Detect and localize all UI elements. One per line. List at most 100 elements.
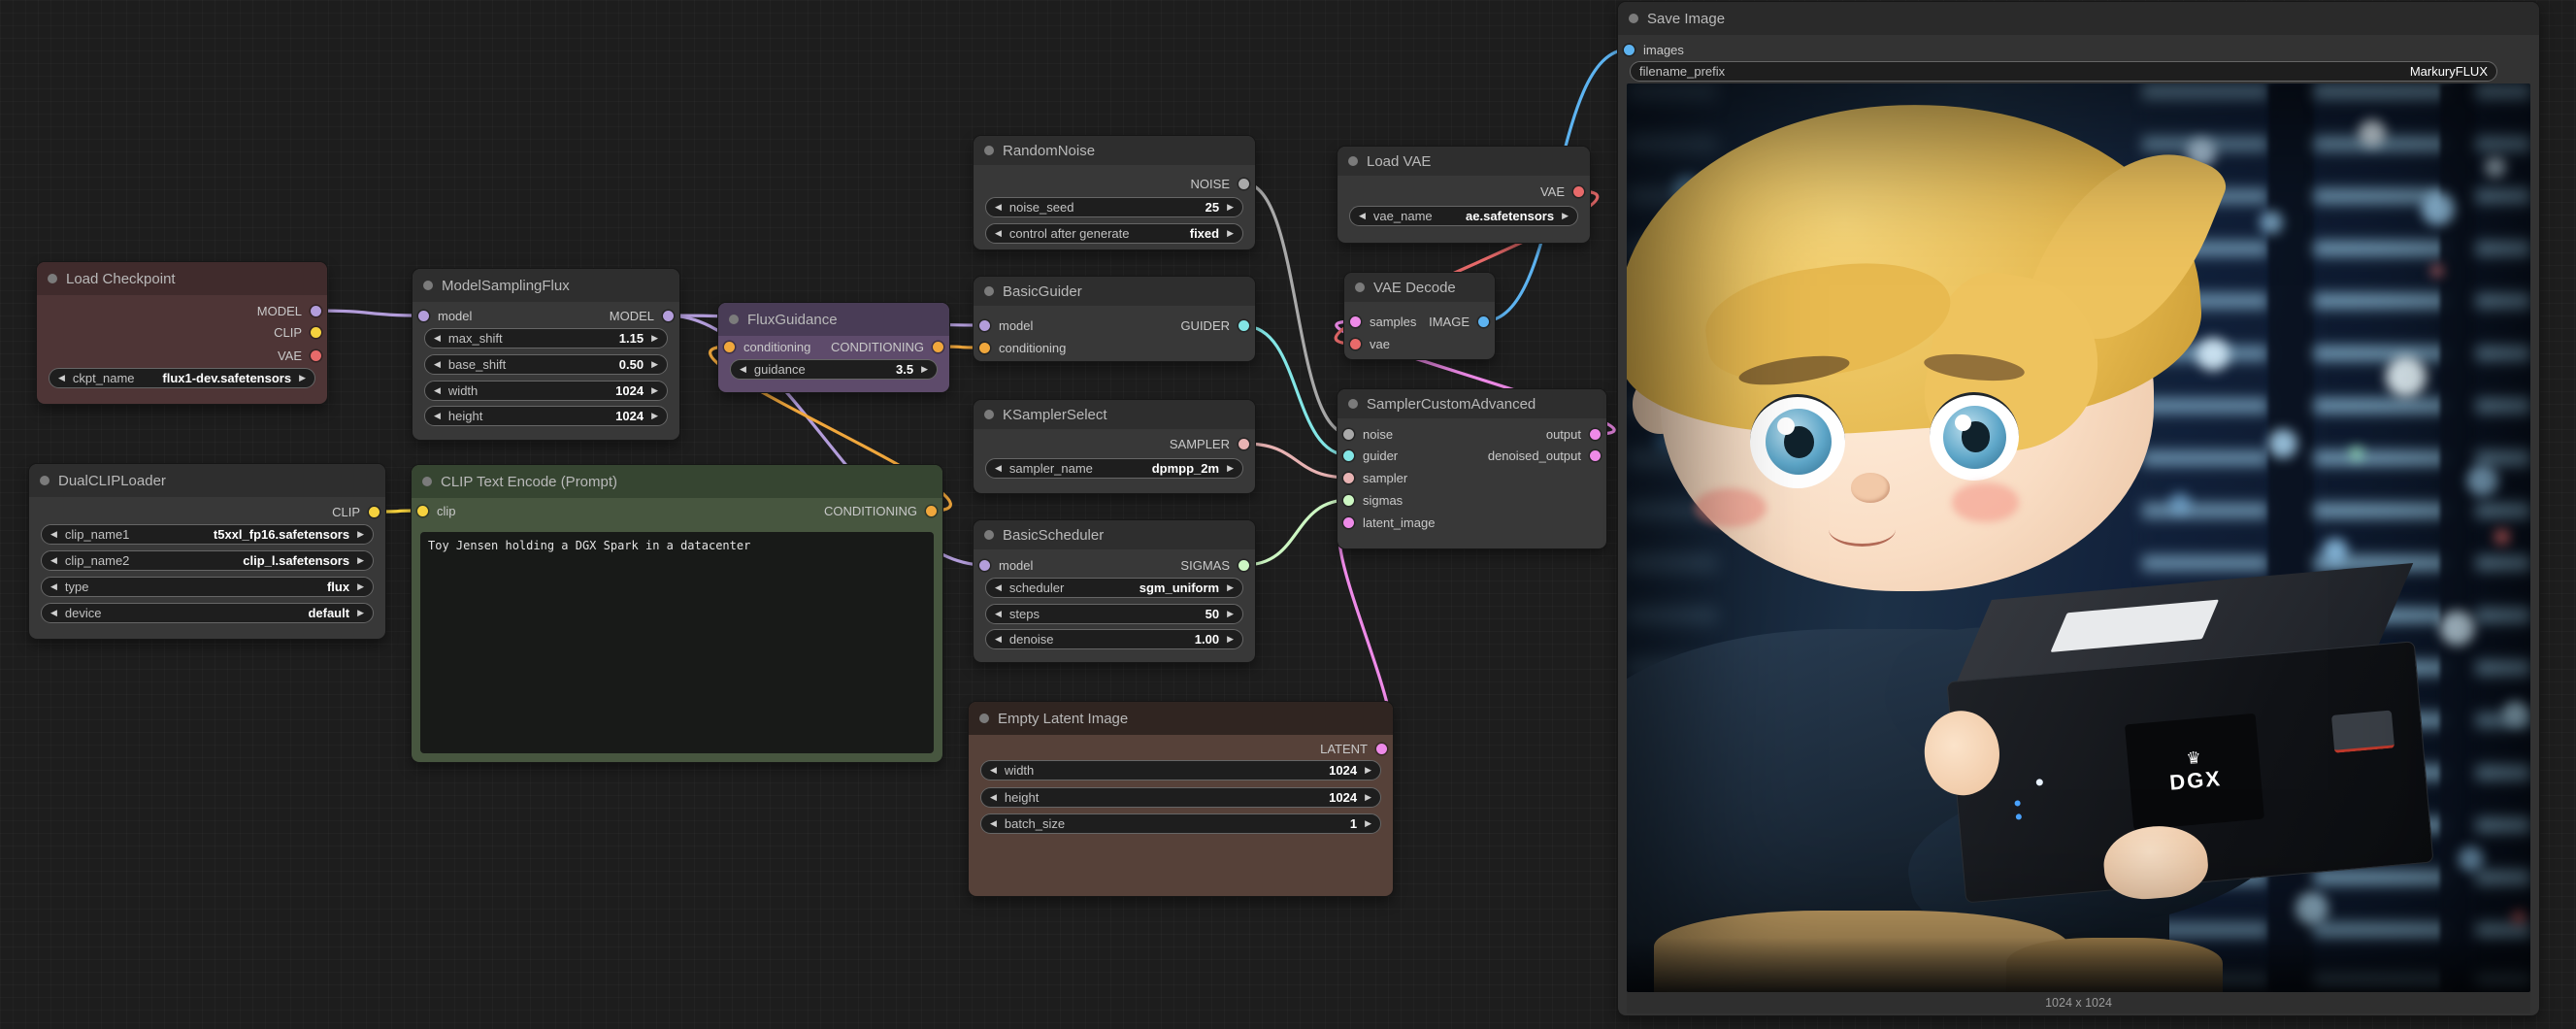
guider-output-port[interactable] bbox=[1238, 320, 1249, 331]
next-arrow-icon[interactable]: ▶ bbox=[651, 360, 658, 369]
prev-arrow-icon[interactable]: ◀ bbox=[995, 635, 1002, 644]
node-vae-decode[interactable]: VAE Decode samples IMAGE vae bbox=[1344, 273, 1495, 359]
node-header[interactable]: RandomNoise bbox=[974, 136, 1255, 165]
prompt-textarea[interactable]: Toy Jensen holding a DGX Spark in a data… bbox=[420, 532, 934, 753]
next-arrow-icon[interactable]: ▶ bbox=[1227, 203, 1234, 212]
collapse-dot-icon[interactable] bbox=[1348, 399, 1358, 409]
next-arrow-icon[interactable]: ▶ bbox=[1227, 610, 1234, 618]
node-load-vae[interactable]: Load VAE VAE ◀vae_nameae.safetensors▶ bbox=[1338, 147, 1590, 243]
width-widget[interactable]: ◀width1024▶ bbox=[424, 381, 668, 401]
samples-input-port[interactable] bbox=[1350, 316, 1361, 327]
collapse-dot-icon[interactable] bbox=[48, 274, 57, 283]
next-arrow-icon[interactable]: ▶ bbox=[921, 365, 928, 374]
node-ksampler-select[interactable]: KSamplerSelect SAMPLER ◀sampler_namedpmp… bbox=[974, 400, 1255, 493]
model-input-port[interactable] bbox=[979, 560, 990, 571]
max-shift-widget[interactable]: ◀max_shift1.15▶ bbox=[424, 328, 668, 349]
node-clip-text-encode[interactable]: CLIP Text Encode (Prompt) clip CONDITION… bbox=[412, 465, 942, 762]
model-output-port[interactable] bbox=[663, 311, 674, 321]
prev-arrow-icon[interactable]: ◀ bbox=[995, 203, 1002, 212]
conditioning-input-port[interactable] bbox=[979, 343, 990, 353]
next-arrow-icon[interactable]: ▶ bbox=[357, 530, 364, 539]
node-dual-clip-loader[interactable]: DualCLIPLoader CLIP ◀clip_name1t5xxl_fp1… bbox=[29, 464, 385, 639]
node-save-image[interactable]: Save Image images filename_prefix Markur… bbox=[1618, 2, 2539, 1015]
next-arrow-icon[interactable]: ▶ bbox=[357, 556, 364, 565]
noise-input-port[interactable] bbox=[1343, 429, 1354, 440]
height-widget[interactable]: ◀height1024▶ bbox=[424, 406, 668, 426]
sigmas-output-port[interactable] bbox=[1238, 560, 1249, 571]
node-header[interactable]: ModelSamplingFlux bbox=[413, 269, 679, 302]
scheduler-widget[interactable]: ◀schedulersgm_uniform▶ bbox=[985, 578, 1243, 598]
node-empty-latent-image[interactable]: Empty Latent Image LATENT ◀width1024▶ ◀h… bbox=[969, 702, 1393, 896]
next-arrow-icon[interactable]: ▶ bbox=[651, 412, 658, 420]
noise-seed-widget[interactable]: ◀noise_seed25▶ bbox=[985, 197, 1243, 217]
clip-name1-widget[interactable]: ◀clip_name1t5xxl_fp16.safetensors▶ bbox=[41, 524, 374, 545]
next-arrow-icon[interactable]: ▶ bbox=[1227, 229, 1234, 238]
node-header[interactable]: DualCLIPLoader bbox=[29, 464, 385, 497]
filename-prefix-widget[interactable]: filename_prefix MarkuryFLUX bbox=[1630, 61, 2497, 82]
guider-input-port[interactable] bbox=[1343, 450, 1354, 461]
collapse-dot-icon[interactable] bbox=[1355, 282, 1365, 292]
node-header[interactable]: SamplerCustomAdvanced bbox=[1338, 389, 1606, 418]
next-arrow-icon[interactable]: ▶ bbox=[1227, 635, 1234, 644]
prev-arrow-icon[interactable]: ◀ bbox=[995, 583, 1002, 592]
prev-arrow-icon[interactable]: ◀ bbox=[1359, 212, 1366, 220]
ckpt-name-widget[interactable]: ◀ ckpt_name flux1-dev.safetensors ▶ bbox=[49, 368, 315, 388]
node-header[interactable]: BasicScheduler bbox=[974, 520, 1255, 549]
collapse-dot-icon[interactable] bbox=[40, 476, 50, 485]
next-arrow-icon[interactable]: ▶ bbox=[357, 582, 364, 591]
steps-widget[interactable]: ◀steps50▶ bbox=[985, 604, 1243, 624]
node-header[interactable]: VAE Decode bbox=[1344, 273, 1495, 302]
model-output-port[interactable] bbox=[311, 306, 321, 316]
node-header[interactable]: FluxGuidance bbox=[718, 303, 949, 336]
node-header[interactable]: BasicGuider bbox=[974, 277, 1255, 306]
type-widget[interactable]: ◀typeflux▶ bbox=[41, 577, 374, 597]
node-basic-guider[interactable]: BasicGuider model GUIDER conditioning bbox=[974, 277, 1255, 361]
latent-image-input-port[interactable] bbox=[1343, 517, 1354, 528]
next-arrow-icon[interactable]: ▶ bbox=[1365, 819, 1371, 828]
collapse-dot-icon[interactable] bbox=[423, 281, 433, 290]
prev-arrow-icon[interactable]: ◀ bbox=[990, 766, 997, 775]
sampler-input-port[interactable] bbox=[1343, 473, 1354, 483]
conditioning-output-port[interactable] bbox=[933, 342, 943, 352]
batch-size-widget[interactable]: ◀batch_size1▶ bbox=[980, 813, 1381, 834]
node-header[interactable]: Load VAE bbox=[1338, 147, 1590, 176]
vae-input-port[interactable] bbox=[1350, 339, 1361, 349]
prev-arrow-icon[interactable]: ◀ bbox=[740, 365, 746, 374]
node-sampler-custom-advanced[interactable]: SamplerCustomAdvanced noise output guide… bbox=[1338, 389, 1606, 548]
noise-output-port[interactable] bbox=[1238, 179, 1249, 189]
node-header[interactable]: KSamplerSelect bbox=[974, 400, 1255, 429]
sigmas-input-port[interactable] bbox=[1343, 495, 1354, 506]
prev-arrow-icon[interactable]: ◀ bbox=[995, 610, 1002, 618]
clip-output-port[interactable] bbox=[311, 327, 321, 338]
prev-arrow-icon[interactable]: ◀ bbox=[50, 582, 57, 591]
width-widget[interactable]: ◀width1024▶ bbox=[980, 760, 1381, 780]
prev-arrow-icon[interactable]: ◀ bbox=[995, 229, 1002, 238]
clip-output-port[interactable] bbox=[369, 507, 380, 517]
base-shift-widget[interactable]: ◀base_shift0.50▶ bbox=[424, 354, 668, 375]
prev-arrow-icon[interactable]: ◀ bbox=[50, 609, 57, 617]
prev-arrow-icon[interactable]: ◀ bbox=[990, 793, 997, 802]
height-widget[interactable]: ◀height1024▶ bbox=[980, 787, 1381, 808]
prev-arrow-icon[interactable]: ◀ bbox=[990, 819, 997, 828]
latent-output-port[interactable] bbox=[1376, 744, 1387, 754]
next-arrow-icon[interactable]: ▶ bbox=[651, 386, 658, 395]
collapse-dot-icon[interactable] bbox=[984, 530, 994, 540]
prev-arrow-icon[interactable]: ◀ bbox=[50, 556, 57, 565]
node-header[interactable]: Empty Latent Image bbox=[969, 702, 1393, 735]
collapse-dot-icon[interactable] bbox=[979, 714, 989, 723]
denoised-output-port[interactable] bbox=[1590, 450, 1601, 461]
control-after-generate-widget[interactable]: ◀control after generatefixed▶ bbox=[985, 223, 1243, 244]
node-header[interactable]: CLIP Text Encode (Prompt) bbox=[412, 465, 942, 498]
next-arrow-icon[interactable]: ▶ bbox=[651, 334, 658, 343]
collapse-dot-icon[interactable] bbox=[984, 286, 994, 296]
node-header[interactable]: Save Image bbox=[1618, 2, 2539, 35]
prev-arrow-icon[interactable]: ◀ bbox=[995, 464, 1002, 473]
next-arrow-icon[interactable]: ▶ bbox=[299, 374, 306, 382]
node-load-checkpoint[interactable]: Load Checkpoint MODEL CLIP VAE ◀ ckpt_na… bbox=[37, 262, 327, 404]
node-graph-canvas[interactable]: Load Checkpoint MODEL CLIP VAE ◀ ckpt_na… bbox=[0, 0, 2576, 1029]
node-random-noise[interactable]: RandomNoise NOISE ◀noise_seed25▶ ◀contro… bbox=[974, 136, 1255, 249]
sampler-output-port[interactable] bbox=[1238, 439, 1249, 449]
collapse-dot-icon[interactable] bbox=[1348, 156, 1358, 166]
node-basic-scheduler[interactable]: BasicScheduler model SIGMAS ◀schedulersg… bbox=[974, 520, 1255, 662]
collapse-dot-icon[interactable] bbox=[1629, 14, 1638, 23]
